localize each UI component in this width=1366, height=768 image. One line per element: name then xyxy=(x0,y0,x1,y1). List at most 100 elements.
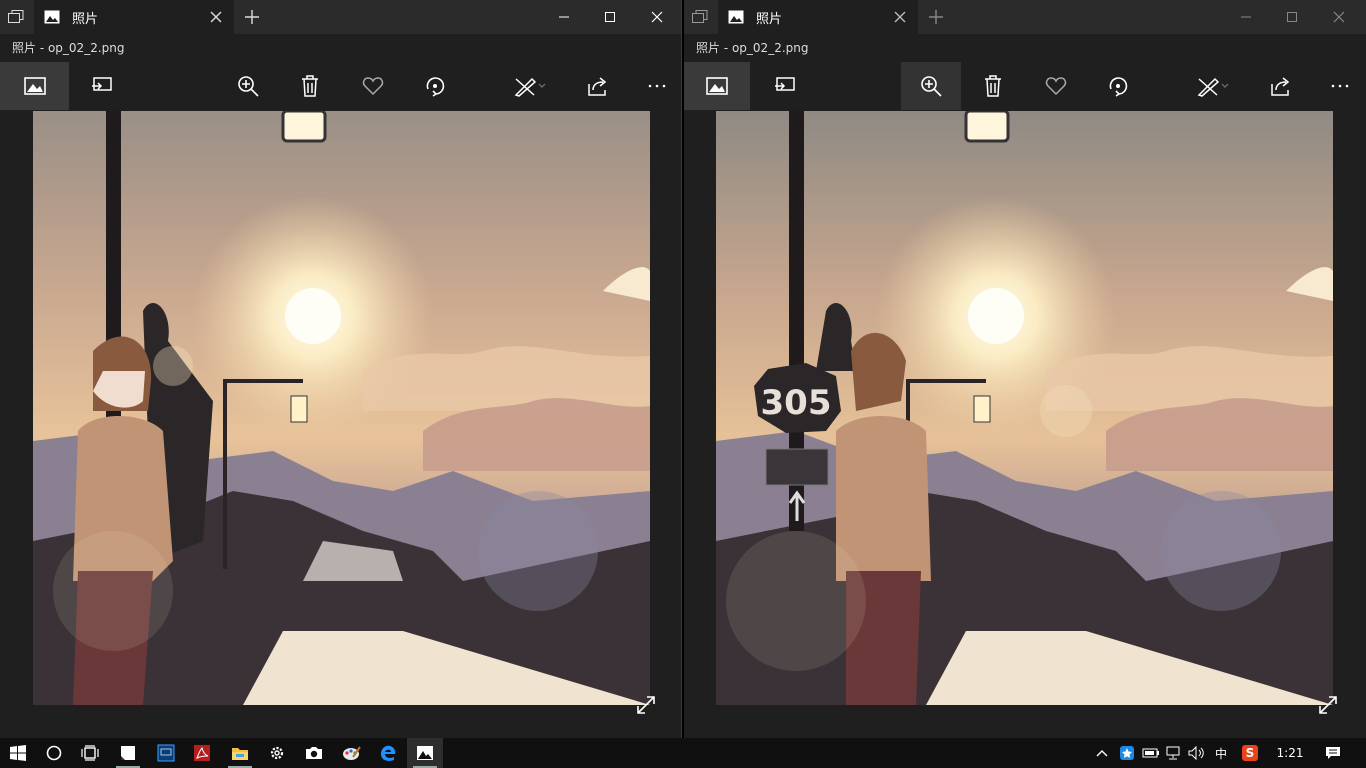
favorite-button[interactable] xyxy=(343,62,403,110)
taskbar-file-explorer[interactable] xyxy=(222,738,258,768)
slideshow-button[interactable] xyxy=(755,62,815,110)
photos-app-icon xyxy=(44,10,60,24)
heart-icon xyxy=(362,77,384,96)
rotate-button[interactable] xyxy=(405,62,465,110)
minimize-icon xyxy=(559,16,569,18)
tray-ime-app[interactable]: S xyxy=(1238,738,1262,768)
file-name: 照片 - op_02_2.png xyxy=(684,34,1366,62)
expand-icon[interactable] xyxy=(1318,695,1338,715)
tray-volume[interactable] xyxy=(1186,738,1208,768)
share-button[interactable] xyxy=(569,62,629,110)
taskbar: 中 S 1:21 xyxy=(0,738,1366,768)
more-icon xyxy=(648,84,666,88)
view-photo-icon xyxy=(706,77,728,95)
edit-draw-icon xyxy=(1197,77,1229,97)
sign-text: 305 xyxy=(761,383,832,423)
close-window-button[interactable] xyxy=(634,0,680,34)
minimize-button[interactable] xyxy=(541,0,587,34)
taskbar-pdf-reader[interactable] xyxy=(184,738,220,768)
close-icon xyxy=(1333,11,1345,23)
more-button[interactable] xyxy=(1310,62,1366,110)
tab-switcher-icon[interactable] xyxy=(6,7,26,27)
close-window-button[interactable] xyxy=(1316,0,1362,34)
close-tab-icon[interactable] xyxy=(892,9,908,25)
edit-draw-icon xyxy=(514,77,546,97)
favorite-button[interactable] xyxy=(1026,62,1086,110)
minimize-button[interactable] xyxy=(1223,0,1269,34)
delete-icon xyxy=(985,75,1001,97)
tab-photos[interactable]: 照片 xyxy=(718,0,918,34)
delete-icon xyxy=(302,75,318,97)
view-photo-button[interactable] xyxy=(684,62,750,110)
new-tab-icon[interactable] xyxy=(928,9,944,25)
slideshow-icon xyxy=(92,77,112,91)
tab-title: 照片 xyxy=(72,11,99,27)
tray-app-star[interactable] xyxy=(1116,738,1138,768)
edit-draw-button[interactable] xyxy=(505,62,555,110)
photo-viewer[interactable]: 305 xyxy=(684,110,1366,738)
zoom-button[interactable] xyxy=(218,62,278,110)
heart-icon xyxy=(1045,77,1067,96)
expand-icon[interactable] xyxy=(636,695,656,715)
view-photo-button[interactable] xyxy=(0,62,69,110)
file-explorer-icon xyxy=(232,748,248,760)
delete-button[interactable] xyxy=(963,62,1023,110)
maximize-icon xyxy=(605,12,615,22)
ps-app-icon xyxy=(157,744,175,762)
view-photo-icon xyxy=(23,77,46,95)
share-icon xyxy=(1271,77,1290,96)
tab-photos[interactable]: 照片 xyxy=(34,0,234,34)
close-tab-icon[interactable] xyxy=(208,9,224,25)
title-bar[interactable]: 照片 xyxy=(0,0,681,34)
tray-network[interactable] xyxy=(1163,738,1185,768)
photos-window-right: 照片 照片 - op_02_2.png 305 xyxy=(684,0,1366,738)
cortana-button[interactable] xyxy=(36,738,72,768)
action-center-button[interactable] xyxy=(1318,738,1348,768)
zoom-in-icon xyxy=(238,76,259,97)
settings-gear-icon xyxy=(270,746,284,760)
minimize-icon xyxy=(1241,16,1251,18)
photo-toolbar xyxy=(684,62,1366,110)
new-tab-icon[interactable] xyxy=(244,9,260,25)
zoom-in-icon xyxy=(921,76,942,97)
start-button[interactable] xyxy=(0,738,36,768)
sticky-notes-icon xyxy=(121,746,135,760)
share-button[interactable] xyxy=(1252,62,1312,110)
slideshow-icon xyxy=(775,77,795,91)
tab-switcher-icon[interactable] xyxy=(690,7,710,27)
more-button[interactable] xyxy=(627,62,681,110)
maximize-button[interactable] xyxy=(587,0,633,34)
taskbar-settings[interactable] xyxy=(259,738,295,768)
zoom-button[interactable] xyxy=(901,62,961,110)
tray-clock[interactable]: 1:21 xyxy=(1268,738,1312,768)
maximize-button[interactable] xyxy=(1269,0,1315,34)
chevron-up-icon xyxy=(1096,750,1108,757)
file-name: 照片 - op_02_2.png xyxy=(0,34,681,62)
slideshow-button[interactable] xyxy=(72,62,132,110)
edit-draw-button[interactable] xyxy=(1188,62,1238,110)
taskbar-photos[interactable] xyxy=(407,738,443,768)
star-badge-icon xyxy=(1120,746,1134,760)
edge-browser-icon xyxy=(381,745,396,761)
close-icon xyxy=(651,11,663,23)
taskbar-sticky-notes[interactable] xyxy=(110,738,146,768)
task-view-button[interactable] xyxy=(72,738,108,768)
taskbar-ps-app[interactable] xyxy=(148,738,184,768)
tray-battery[interactable] xyxy=(1140,738,1162,768)
rotate-button[interactable] xyxy=(1088,62,1148,110)
photo-image xyxy=(33,111,650,705)
taskbar-paint[interactable] xyxy=(333,738,369,768)
rotate-icon xyxy=(1109,77,1128,97)
photos-window-left: 照片 照片 - op_02_2.png xyxy=(0,0,682,738)
taskbar-camera[interactable] xyxy=(296,738,332,768)
photo-viewer[interactable] xyxy=(0,110,681,738)
tray-ime-mode[interactable]: 中 xyxy=(1210,738,1232,768)
paint-icon xyxy=(343,746,361,760)
delete-button[interactable] xyxy=(280,62,340,110)
pdf-reader-icon xyxy=(194,745,210,761)
battery-icon xyxy=(1142,748,1159,758)
tab-title: 照片 xyxy=(756,11,783,27)
taskbar-edge[interactable] xyxy=(370,738,406,768)
show-hidden-icons-button[interactable] xyxy=(1092,738,1112,768)
title-bar[interactable]: 照片 xyxy=(684,0,1366,34)
